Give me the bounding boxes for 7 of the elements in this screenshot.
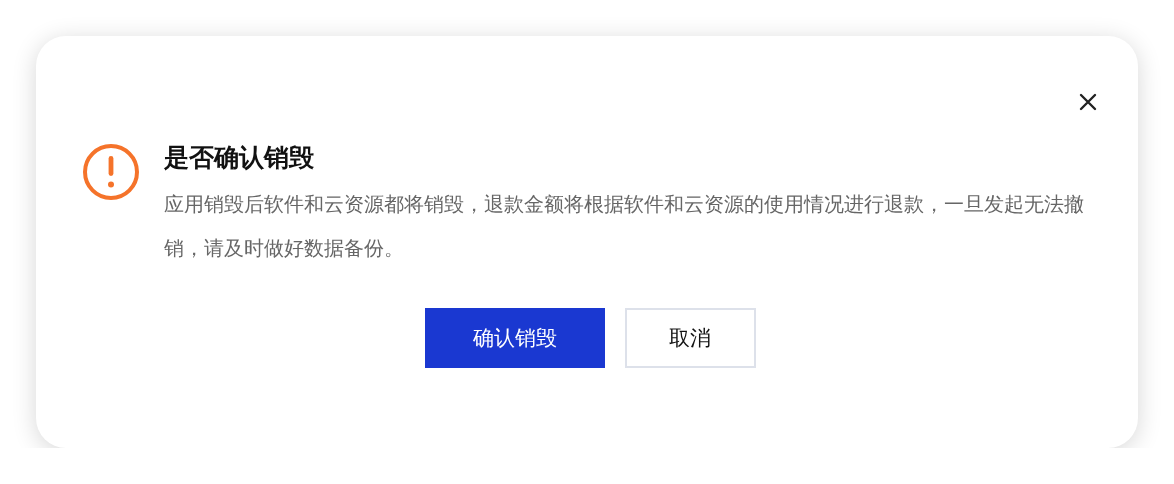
close-icon bbox=[1078, 92, 1098, 112]
confirm-button[interactable]: 确认销毁 bbox=[424, 308, 605, 368]
dialog-message: 应用销毁后软件和云资源都将销毁，退款金额将根据软件和云资源的使用情况进行退款，一旦发起无法撤销，请及时做好数据备份。 bbox=[164, 191, 1085, 262]
dialog-title: 是否确认销毁 bbox=[164, 142, 315, 174]
cancel-button[interactable]: 取消 bbox=[624, 308, 756, 368]
close-button[interactable] bbox=[1078, 92, 1098, 112]
warning-icon bbox=[82, 143, 140, 201]
